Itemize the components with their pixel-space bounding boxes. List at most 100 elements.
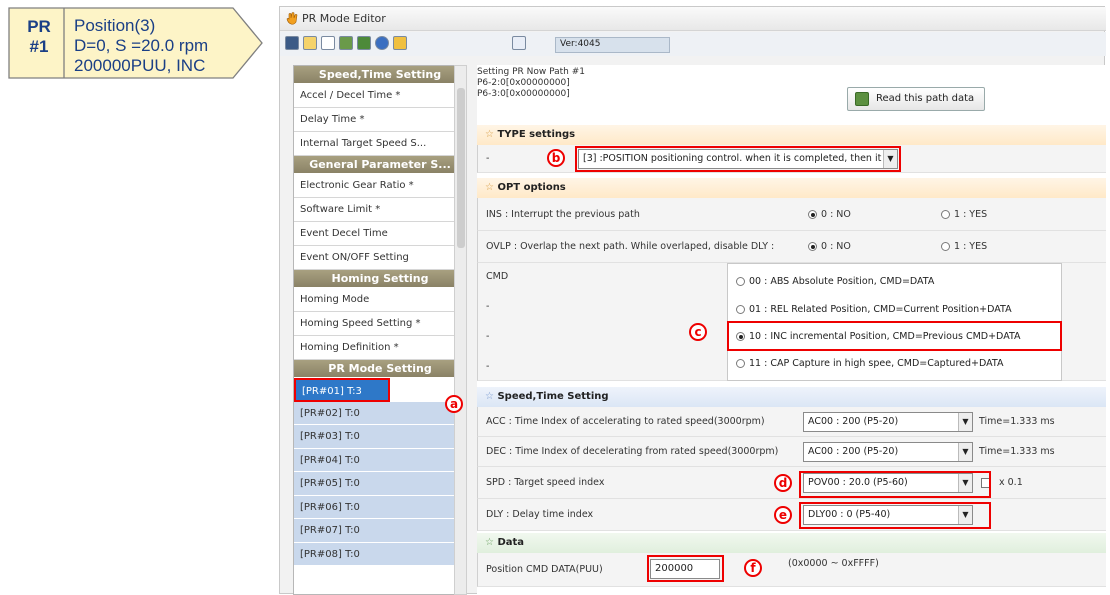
marker-e: e	[774, 506, 792, 524]
radio-off-icon	[941, 242, 950, 251]
acc-select[interactable]: AC00 : 200 (P5-20) ▼	[803, 412, 973, 432]
type-settings-header[interactable]: ☆ TYPE settings	[477, 125, 1106, 145]
acc-time: Time=1.333 ms	[979, 416, 1055, 427]
cmd-option-cap-label: 11 : CAP Capture in high spee, CMD=Captu…	[749, 358, 1004, 369]
marker-c: c	[689, 323, 707, 341]
window-title: PR Mode Editor	[302, 12, 386, 25]
dec-select-value: AC00 : 200 (P5-20)	[808, 446, 899, 457]
opt-options-title: OPT options	[497, 182, 566, 193]
sidebar-section-general[interactable]: General Parameter S...	[294, 156, 466, 174]
sidebar-item-event-decel[interactable]: Event Decel Time	[294, 222, 466, 246]
spd-multiplier: x 0.1	[999, 477, 1023, 488]
cmd-label: CMD	[486, 271, 509, 282]
sidebar-item-internal-speed[interactable]: Internal Target Speed S...	[294, 132, 466, 156]
path-header-line3: P6-3:0[0x00000000]	[477, 89, 570, 99]
sidebar-pr-item-03[interactable]: [PR#03] T:0	[294, 425, 466, 449]
dec-select[interactable]: AC00 : 200 (P5-20) ▼	[803, 442, 973, 462]
spd-label: SPD : Target speed index	[486, 477, 605, 488]
acc-row: ACC : Time Index of accelerating to rate…	[477, 407, 1106, 437]
marker-box-e	[799, 502, 991, 529]
sidebar-item-gear[interactable]: Electronic Gear Ratio *	[294, 174, 466, 198]
dly-label: DLY : Delay time index	[486, 509, 594, 520]
ins-label: INS : Interrupt the previous path	[486, 209, 640, 220]
ovlp-option-yes[interactable]: 1 : YES	[941, 231, 987, 263]
toolbar: Ver:4045	[280, 32, 1106, 56]
ovlp-option-no-label: 0 : NO	[821, 241, 851, 252]
radio-on-icon	[808, 242, 817, 251]
sidebar-pr-item-02[interactable]: [PR#02] T:0	[294, 401, 466, 425]
chevron-down-icon: ▼	[958, 443, 972, 461]
sidebar-item-accel[interactable]: Accel / Decel Time *	[294, 84, 466, 108]
help-icon[interactable]	[375, 36, 389, 50]
marker-f: f	[744, 559, 762, 577]
ins-option-yes-label: 1 : YES	[954, 209, 988, 220]
marker-d: d	[774, 474, 792, 492]
pr-description: Position(3) D=0, S =20.0 rpm 200000PUU, …	[74, 16, 208, 76]
sidebar-pr-item-04[interactable]: [PR#04] T:0	[294, 448, 466, 472]
sidebar-scrollbar[interactable]	[454, 65, 467, 595]
sidebar-pr-item-06[interactable]: [PR#06] T:0	[294, 495, 466, 519]
marker-a: a	[445, 395, 463, 413]
ovlp-row: OVLP : Overlap the next path. While over…	[477, 231, 1106, 263]
data-title: Data	[497, 537, 525, 548]
sidebar-item-delay[interactable]: Delay Time *	[294, 108, 466, 132]
marker-box-d	[799, 471, 991, 498]
speed-time-header[interactable]: ☆ Speed,Time Setting	[477, 387, 1106, 407]
ins-option-no[interactable]: 0 : NO	[808, 198, 851, 231]
pos-label: Position CMD DATA(PUU)	[486, 564, 603, 575]
read-icon[interactable]	[339, 36, 353, 50]
sidebar-pr-item-07[interactable]: [PR#07] T:0	[294, 519, 466, 543]
new-file-icon[interactable]	[321, 36, 335, 50]
opt-options-header[interactable]: ☆ OPT options	[477, 178, 1106, 198]
cmd-option-abs[interactable]: 00 : ABS Absolute Position, CMD=DATA	[736, 270, 934, 294]
stop-icon[interactable]	[512, 36, 526, 50]
dec-label: DEC : Time Index of decelerating from ra…	[486, 446, 779, 457]
sidebar-section-homing[interactable]: Homing Setting	[294, 270, 466, 288]
scrollbar-thumb[interactable]	[457, 88, 465, 248]
sidebar-section-speed-time[interactable]: Speed,Time Setting	[294, 66, 466, 84]
acc-select-value: AC00 : 200 (P5-20)	[808, 416, 899, 427]
sidebar-item-event-onoff[interactable]: Event ON/OFF Setting	[294, 246, 466, 270]
read-path-label: Read this path data	[876, 93, 975, 104]
path-header-line2: P6-2:0[0x00000000]	[477, 78, 570, 88]
sidebar-pr-item-05[interactable]: [PR#05] T:0	[294, 472, 466, 496]
speed-time-title: Speed,Time Setting	[497, 391, 609, 402]
sidebar-item-homing-speed[interactable]: Homing Speed Setting *	[294, 312, 466, 336]
pos-range: (0x0000 ~ 0xFFFF)	[788, 558, 879, 569]
version-field: Ver:4045	[555, 37, 670, 53]
sidebar-pr-item-01[interactable]: [PR#01] T:3	[294, 378, 390, 402]
save-icon[interactable]	[285, 36, 299, 50]
radio-off-icon	[941, 210, 950, 219]
dec-row: DEC : Time Index of decelerating from ra…	[477, 437, 1106, 467]
title-bar: PR Mode Editor	[280, 7, 1106, 31]
sidebar-pr-item-08[interactable]: [PR#08] T:0	[294, 542, 466, 566]
write-icon[interactable]	[357, 36, 371, 50]
cmd-option-abs-label: 00 : ABS Absolute Position, CMD=DATA	[749, 276, 935, 287]
sidebar-item-homing-def[interactable]: Homing Definition *	[294, 336, 466, 360]
ovlp-option-no[interactable]: 0 : NO	[808, 231, 851, 263]
open-folder-icon[interactable]	[303, 36, 317, 50]
radio-off-icon	[736, 359, 745, 368]
path-header: Setting PR Now Path #1 P6-2:0[0x00000000…	[477, 67, 585, 100]
marker-box-b	[575, 146, 901, 172]
ins-row: INS : Interrupt the previous path 0 : NO…	[477, 198, 1106, 231]
sidebar-section-pr-mode[interactable]: PR Mode Setting	[294, 360, 466, 378]
pr-desc-line3: 200000PUU, INC	[74, 56, 206, 75]
cmd-option-rel[interactable]: 01 : REL Related Position, CMD=Current P…	[736, 298, 1012, 322]
pr-label-line1: PR	[27, 17, 51, 36]
read-path-button[interactable]: Read this path data	[847, 87, 985, 111]
main-panel: Setting PR Now Path #1 P6-2:0[0x00000000…	[477, 65, 1106, 595]
read-path-icon	[855, 92, 869, 106]
ins-option-yes[interactable]: 1 : YES	[941, 198, 987, 231]
cmd-option-cap[interactable]: 11 : CAP Capture in high spee, CMD=Captu…	[736, 352, 1003, 376]
ovlp-label: OVLP : Overlap the next path. While over…	[486, 241, 775, 252]
marker-box-f	[647, 555, 724, 582]
marker-box-c	[727, 321, 1062, 351]
type-settings-title: TYPE settings	[497, 129, 576, 140]
pr-label: PR #1	[20, 17, 58, 57]
sidebar-item-homing-mode[interactable]: Homing Mode	[294, 288, 466, 312]
data-header[interactable]: ☆ Data	[477, 533, 1106, 553]
sidebar-item-soft-limit[interactable]: Software Limit *	[294, 198, 466, 222]
cmd-dash-1: -	[486, 301, 490, 312]
lock-icon[interactable]	[393, 36, 407, 50]
